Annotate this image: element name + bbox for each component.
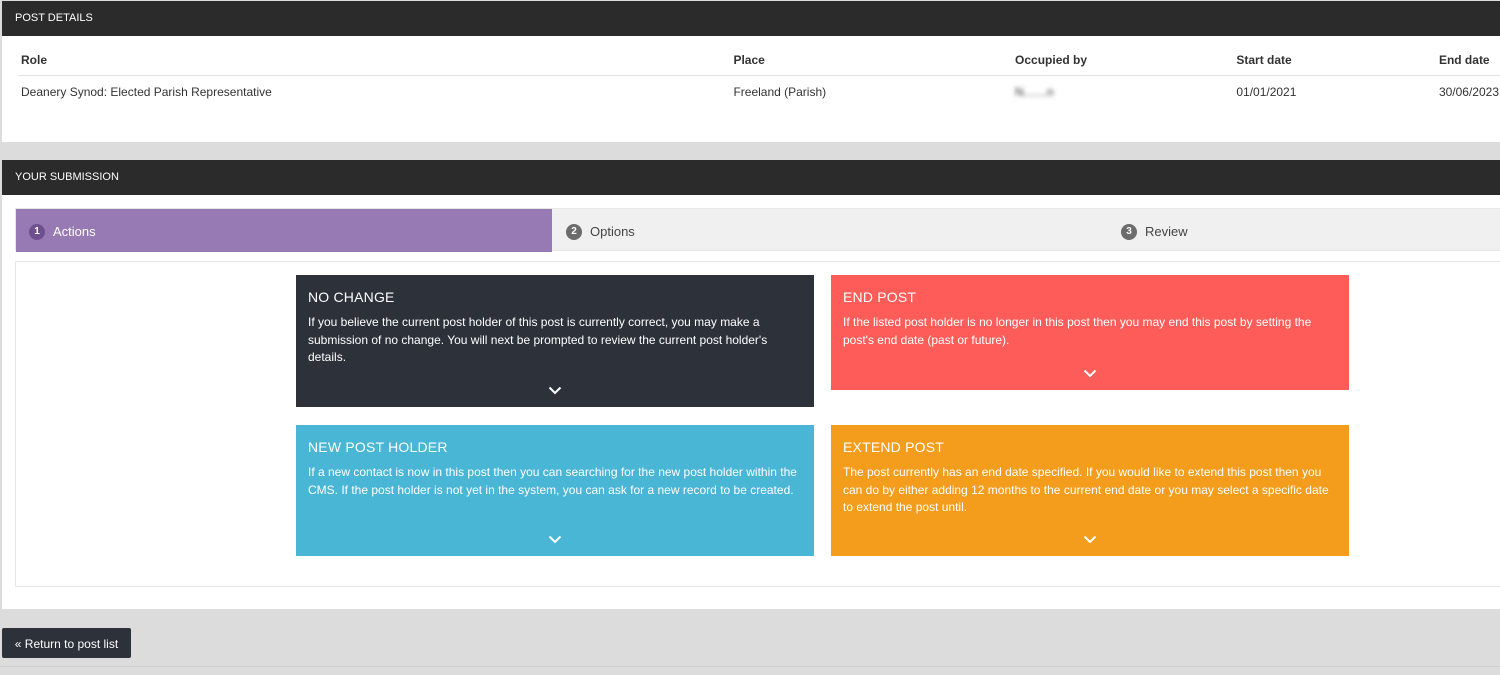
step-actions[interactable]: 1 Actions	[16, 209, 552, 252]
step-number: 3	[1121, 223, 1137, 240]
column-occupied-by: Occupied by	[1012, 49, 1234, 76]
column-role: Role	[18, 49, 731, 76]
action-cards-area: NO CHANGE If you believe the current pos…	[15, 261, 1500, 587]
table-row: Deanery Synod: Elected Parish Representa…	[18, 76, 1500, 109]
return-to-post-list-button[interactable]: « Return to post list	[2, 628, 131, 658]
card-title: NO CHANGE	[308, 289, 395, 305]
wizard-steps: 1 Actions 2 Options 3 Review	[15, 208, 1500, 252]
step-label: Review	[1145, 224, 1188, 240]
submission-heading: YOUR SUBMISSION	[2, 160, 1500, 195]
step-label: Options	[590, 224, 635, 240]
card-title: EXTEND POST	[843, 439, 944, 455]
extend-post-card[interactable]: EXTEND POST The post currently has an en…	[831, 425, 1349, 556]
card-title: END POST	[843, 289, 917, 305]
cell-place: Freeland (Parish)	[733, 85, 827, 99]
card-title: NEW POST HOLDER	[308, 439, 448, 455]
step-label: Actions	[53, 224, 96, 240]
chevron-down-icon[interactable]	[1083, 369, 1097, 378]
column-end-date: End date	[1435, 49, 1500, 76]
step-number: 1	[29, 223, 45, 240]
end-post-card[interactable]: END POST If the listed post holder is no…	[831, 275, 1349, 390]
card-text: If a new contact is now in this post the…	[308, 465, 797, 497]
card-text: If you believe the current post holder o…	[308, 315, 768, 364]
card-text: The post currently has an end date speci…	[843, 465, 1329, 514]
chevron-down-icon[interactable]	[548, 386, 562, 395]
card-text: If the listed post holder is no longer i…	[843, 315, 1312, 347]
step-options[interactable]: 2 Options	[566, 209, 635, 252]
cell-role: Deanery Synod: Elected Parish Representa…	[21, 85, 272, 99]
step-number: 2	[566, 223, 582, 240]
cell-end-date: 30/06/2023	[1438, 85, 1499, 99]
post-details-panel: POST DETAILS Role Place Occupied by Star…	[2, 1, 1500, 142]
submission-panel: YOUR SUBMISSION 1 Actions 2 Options 3 Revie…	[2, 160, 1500, 609]
new-post-holder-card[interactable]: NEW POST HOLDER If a new contact is now …	[296, 425, 814, 556]
column-place: Place	[730, 49, 1013, 76]
no-change-card[interactable]: NO CHANGE If you believe the current pos…	[296, 275, 814, 407]
column-start-date: Start date	[1233, 49, 1436, 76]
post-details-heading: POST DETAILS	[2, 1, 1500, 36]
post-details-table: Role Place Occupied by Start date End da…	[18, 49, 1500, 108]
chevron-down-icon[interactable]	[548, 535, 562, 544]
table-header-row: Role Place Occupied by Start date End da…	[18, 49, 1500, 76]
cell-start-date: 01/01/2021	[1236, 85, 1297, 99]
step-review[interactable]: 3 Review	[1121, 209, 1188, 252]
chevron-down-icon[interactable]	[1083, 535, 1097, 544]
cell-occupied-by: N.......n	[1015, 85, 1054, 99]
divider	[0, 666, 1500, 667]
